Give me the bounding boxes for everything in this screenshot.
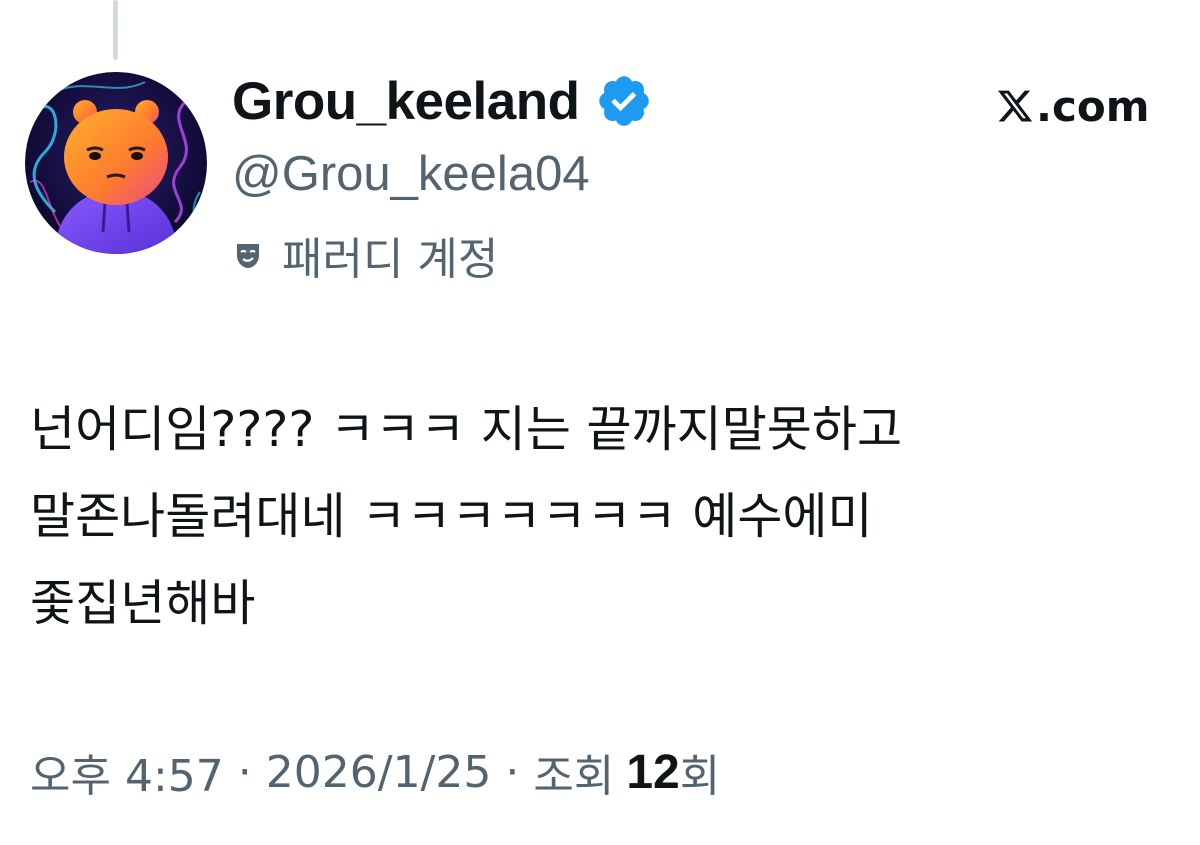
tweet-text: 넌어디임???? ㅋㅋㅋ 지는 끝까지말못하고 말존나돌려대네 ㅋㅋㅋㅋㅋㅋㅋ … [30,386,1180,647]
parody-label-text: 패러디 계정 [282,234,499,285]
orange-bear-hoodie-avatar-icon [25,72,207,254]
meta-separator: · [505,746,520,798]
avatar[interactable] [25,72,207,254]
tweet-date[interactable]: 2026/1/25 [266,747,492,798]
tweet-text-line: 말존나돌려대네 ㅋㅋㅋㅋㅋㅋㅋ 예수에미 [30,488,873,545]
tweet-time[interactable]: 오후 4:57 [30,740,224,804]
meta-separator: · [237,746,252,798]
verified-badge-icon[interactable] [595,72,653,130]
parody-account-label: 패러디 계정 [232,222,498,288]
x-logo-text: .com [1036,81,1150,131]
tweet-text-line: 넌어디임???? ㅋㅋㅋ 지는 끝까지말못하고 [30,401,903,458]
display-name[interactable]: Grou_keeland [232,71,580,132]
x-logo-icon [997,90,1033,122]
views-prefix: 조회 [533,751,615,802]
author-name-row: Grou_keeland [232,66,653,136]
views-suffix: 회 [679,751,721,802]
tweet-metadata: 오후 4:57 · 2026/1/25 · 조회 12 회 [30,732,720,812]
tweet-text-line: 좇집년해바 [30,575,256,632]
author-handle[interactable]: @Grou_keela04 [232,146,590,202]
x-com-watermark: .com [996,76,1149,136]
parody-mask-icon [232,239,264,271]
views-count[interactable]: 12 [626,745,679,800]
thread-connector-line [113,0,118,60]
